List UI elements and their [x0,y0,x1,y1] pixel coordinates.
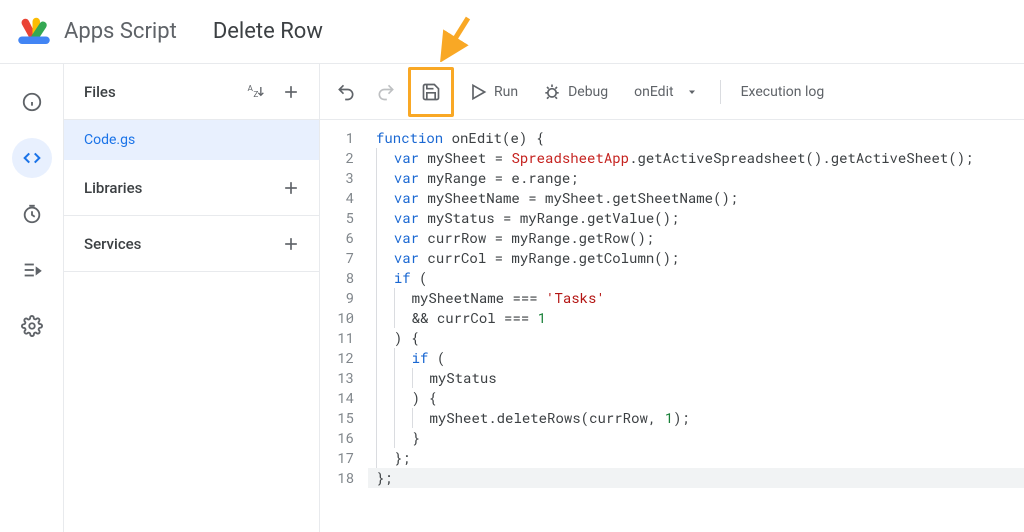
app-name: Apps Script [64,19,177,44]
arrow-annotation [436,12,476,66]
libraries-section-header: Libraries [64,160,319,216]
toolbar-separator [720,80,721,104]
exec-log-label: Execution log [741,84,825,100]
editor-toolbar: Run Debug onEdit Execution log [320,64,1024,120]
services-title: Services [84,235,141,253]
project-name[interactable]: Delete Row [213,19,323,44]
libraries-title: Libraries [84,179,142,197]
debug-button[interactable]: Debug [532,74,618,110]
add-library-icon[interactable] [275,172,307,204]
add-service-icon[interactable] [275,228,307,260]
line-gutter: 123456789101112131415161718 [320,128,368,532]
main-pane: Run Debug onEdit Execution log 123456789… [320,64,1024,532]
selected-function: onEdit [634,84,673,100]
files-section-header: Files AZ [64,64,319,120]
function-select[interactable]: onEdit [622,84,709,100]
add-file-icon[interactable] [275,76,307,108]
debug-label: Debug [568,84,608,100]
chevron-down-icon [686,86,698,98]
save-highlight-annotation [408,67,454,117]
editor-icon[interactable] [12,138,52,178]
redo-button[interactable] [368,74,404,110]
sidebar: Files AZ Code.gs Libraries Services [64,64,320,532]
sort-az-icon[interactable]: AZ [239,76,271,108]
triggers-icon[interactable] [12,194,52,234]
save-button[interactable] [413,74,449,110]
apps-script-logo [16,14,52,50]
run-button[interactable]: Run [458,74,528,110]
nav-rail [0,64,64,532]
services-section-header: Services [64,216,319,272]
executions-icon[interactable] [12,250,52,290]
code-editor[interactable]: 123456789101112131415161718 function onE… [320,120,1024,532]
file-item-code-gs[interactable]: Code.gs [64,120,319,160]
svg-text:Z: Z [253,90,258,100]
run-label: Run [494,84,518,100]
header-bar: Apps Script Delete Row [0,0,1024,64]
undo-button[interactable] [328,74,364,110]
execution-log-button[interactable]: Execution log [731,74,835,110]
settings-icon[interactable] [12,306,52,346]
overview-icon[interactable] [12,82,52,122]
code-content[interactable]: function onEdit(e) { var mySheet = Sprea… [368,128,1024,532]
files-title: Files [84,83,116,101]
